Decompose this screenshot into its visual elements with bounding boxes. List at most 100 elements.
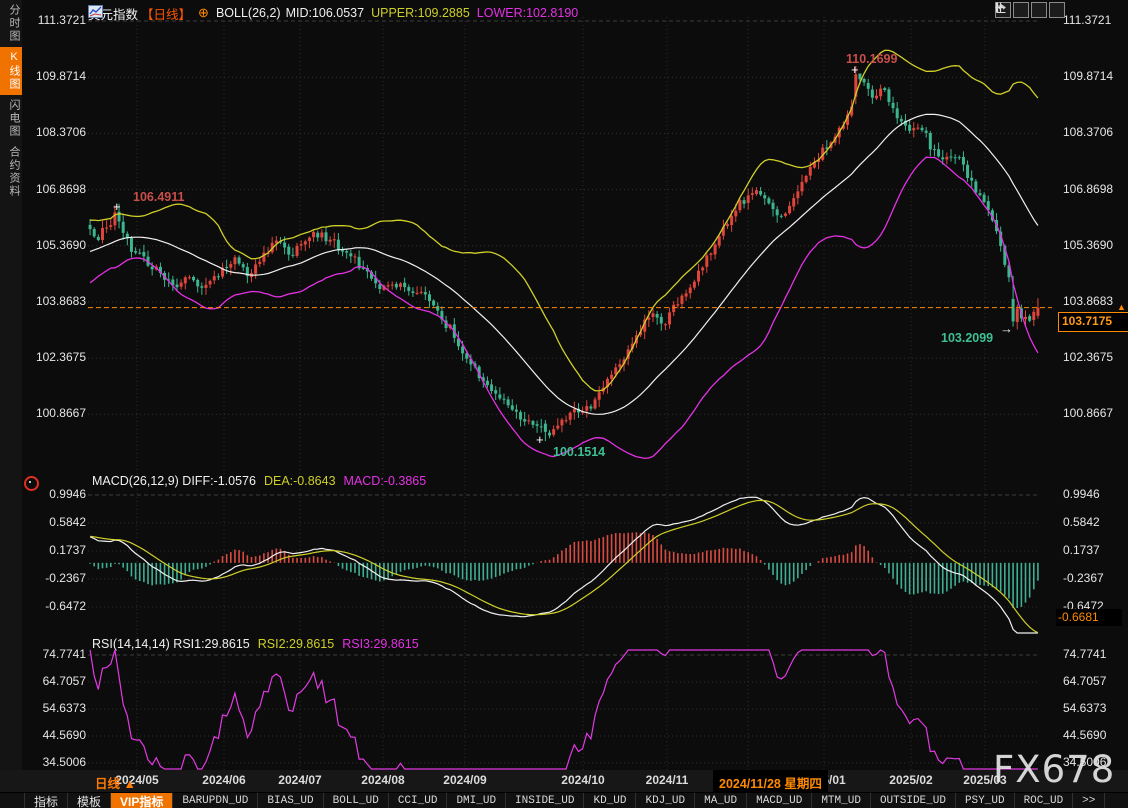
indicator-tab-MACD_UD[interactable]: MACD_UD — [747, 793, 812, 808]
boll-lower-value: LOWER:102.8190 — [477, 6, 578, 20]
gridlines — [88, 17, 1040, 770]
indicator-tab-KDJ_UD[interactable]: KDJ_UD — [636, 793, 695, 808]
axis-tick: 64.7057 — [24, 675, 86, 688]
axis-tick: -0.2367 — [24, 572, 86, 585]
annotation-recent-low: 103.2099 — [941, 331, 993, 345]
axis-tick: 108.3706 — [24, 126, 86, 139]
indicator-tab-PSY_UD[interactable]: PSY_UD — [956, 793, 1015, 808]
axis-tick: 0.5842 — [1063, 516, 1125, 529]
indicator-tab-OUTSIDE_UD[interactable]: OUTSIDE_UD — [871, 793, 956, 808]
chart-toolbar — [995, 2, 1065, 18]
axis-tick: 109.8714 — [24, 70, 86, 83]
current-price-marker: ▲ — [1117, 302, 1126, 312]
indicator-tab-CCI_UD[interactable]: CCI_UD — [389, 793, 448, 808]
axis-tick: 106.8698 — [1063, 183, 1125, 196]
sidebar-tab-0[interactable]: 分时图 — [0, 0, 22, 47]
axis-tick: 108.3706 — [1063, 126, 1125, 139]
chart-type-icon[interactable] — [88, 5, 103, 18]
lowest-marker-cross: + — [536, 432, 544, 447]
recent-low-arrow: → — [1000, 321, 1013, 336]
main-chart-svg — [0, 0, 1128, 770]
indicator-tab-BIAS_UD[interactable]: BIAS_UD — [258, 793, 323, 808]
indicator-tab-指标[interactable]: 指标 — [24, 793, 68, 808]
axis-tick: 103.8683 — [24, 295, 86, 308]
annotation-lowest-low: 100.1514 — [553, 445, 605, 459]
scale-x-axis-icon[interactable] — [1031, 2, 1047, 18]
time-label: 2024/06 — [202, 773, 245, 787]
axis-tick: 111.3721 — [24, 14, 86, 27]
watermark: FX678 — [993, 748, 1115, 791]
axis-tick: 106.8698 — [24, 183, 86, 196]
rsi2-value: RSI2:29.8615 — [258, 637, 334, 651]
indicator-tab-模板[interactable]: 模板 — [68, 793, 111, 808]
indicator-tab-MA_UD[interactable]: MA_UD — [695, 793, 747, 808]
axis-tick: 64.7057 — [1063, 675, 1125, 688]
time-label: 2024/08 — [361, 773, 404, 787]
axis-tick: 0.9946 — [1063, 488, 1125, 501]
axis-tick: -0.6472 — [24, 600, 86, 613]
rsi-title: RSI(14,14,14) RSI1:29.8615 — [92, 637, 250, 651]
axis-tick: 100.8667 — [1063, 407, 1125, 420]
indicator-tab-BARUPDN_UD[interactable]: BARUPDN_UD — [173, 793, 258, 808]
annotation-early-high: 106.4911 — [133, 190, 184, 204]
boll-label: BOLL(26,2) — [216, 6, 281, 20]
time-label: 2024/11 — [646, 773, 689, 787]
highest-marker-cross: + — [851, 62, 859, 77]
time-label: 2025/02 — [889, 773, 932, 787]
axis-tick: 54.6373 — [1063, 702, 1125, 715]
collapse-right-icon[interactable] — [1049, 2, 1065, 18]
macd-value: MACD:-0.3865 — [344, 474, 427, 488]
axis-tick: 103.8683 — [1063, 295, 1125, 308]
axis-tick: 44.5690 — [24, 729, 86, 742]
axis-tick: 0.5842 — [24, 516, 86, 529]
time-label: 2024/09 — [443, 773, 486, 787]
period-selector[interactable]: 日线 ▲ — [95, 773, 136, 792]
indicator-tab->>[interactable]: >> — [1073, 793, 1105, 808]
axis-tick: -0.2367 — [1063, 572, 1125, 585]
high-marker-cross: + — [113, 199, 121, 214]
macd-title: MACD(26,12,9) DIFF:-1.0576 — [92, 474, 256, 488]
sidebar-tab-3[interactable]: 合约资料 — [0, 142, 22, 202]
axis-tick: 74.7741 — [1063, 648, 1125, 661]
axis-tick: 102.3675 — [1063, 351, 1125, 364]
axis-tick: 105.3690 — [24, 239, 86, 252]
indicator-tab-KD_UD[interactable]: KD_UD — [584, 793, 636, 808]
period-tag: 【日线】 — [141, 4, 191, 23]
current-price-box: 103.7175 — [1058, 312, 1128, 332]
time-label: 2024/07 — [278, 773, 321, 787]
indicator-tab-BOLL_UD[interactable]: BOLL_UD — [324, 793, 389, 808]
axis-tick: 74.7741 — [24, 648, 86, 661]
axis-tick: 34.5006 — [24, 756, 86, 769]
axis-tick: 102.3675 — [24, 351, 86, 364]
sidebar-tab-2[interactable]: 闪电图 — [0, 95, 22, 142]
boll-mid-value: MID:106.0537 — [286, 6, 365, 20]
trading-terminal: 分时图K线图闪电图合约资料 美元指数 【日线】 ⊕ BOLL(26,2) MID… — [0, 0, 1128, 808]
rsi-panel-header: RSI(14,14,14) RSI1:29.8615 RSI2:29.8615 … — [92, 637, 419, 651]
indicator-tab-INSIDE_UD[interactable]: INSIDE_UD — [506, 793, 584, 808]
left-tab-bar: 分时图K线图闪电图合约资料 — [0, 0, 22, 770]
macd-current-box: -0.6681 — [1056, 609, 1122, 626]
indicator-tab-MTM_UD[interactable]: MTM_UD — [812, 793, 871, 808]
axis-tick: 111.3721 — [1063, 14, 1125, 27]
sidebar-tab-1[interactable]: K线图 — [0, 47, 22, 95]
time-label: 2024/10 — [561, 773, 604, 787]
indicator-toolbar: 指标模板VIP指标BARUPDN_UDBIAS_UDBOLL_UDCCI_UDD… — [0, 792, 1128, 808]
macd-settings-icon[interactable] — [24, 476, 39, 491]
time-axis: 日线 ▲ 2024/052024/062024/072024/082024/09… — [0, 770, 1128, 792]
add-compare-icon[interactable]: ⊕ — [198, 5, 209, 21]
indicator-tab-DMI_UD[interactable]: DMI_UD — [447, 793, 506, 808]
indicator-tab-ROC_UD[interactable]: ROC_UD — [1015, 793, 1074, 808]
macd-dea-value: DEA:-0.8643 — [264, 474, 336, 488]
axis-tick: 54.6373 — [24, 702, 86, 715]
indicator-tab-VIP指标[interactable]: VIP指标 — [111, 793, 173, 808]
price-panel-header: 美元指数 【日线】 ⊕ BOLL(26,2) MID:106.0537 UPPE… — [88, 5, 578, 21]
axis-tick: 44.5690 — [1063, 729, 1125, 742]
candlestick-series — [89, 66, 1040, 441]
scale-y-axis-icon[interactable] — [1013, 2, 1029, 18]
macd-panel-header: MACD(26,12,9) DIFF:-1.0576 DEA:-0.8643 M… — [92, 474, 426, 488]
rsi3-value: RSI3:29.8615 — [342, 637, 418, 651]
chart-area: 美元指数 【日线】 ⊕ BOLL(26,2) MID:106.0537 UPPE… — [0, 0, 1128, 770]
macd-histogram — [90, 532, 1038, 608]
boll-upper-value: UPPER:109.2885 — [371, 6, 470, 20]
axis-tick: 100.8667 — [24, 407, 86, 420]
